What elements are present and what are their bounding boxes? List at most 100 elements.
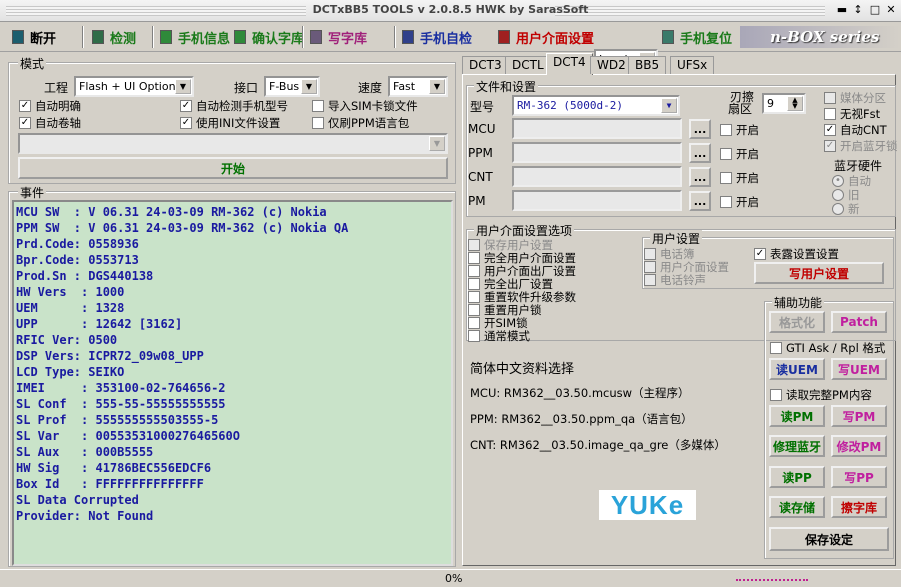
speed-label: 速度 [358,81,383,95]
pm-browse-button[interactable]: ... [689,191,711,211]
mcu-enable-checkbox[interactable]: 开启 [720,122,759,138]
mcu-file-field[interactable] [512,118,682,139]
gti-ask-checkbox[interactable]: GTI Ask / Rpl 格式 [770,340,885,356]
maximize-button[interactable]: □ [868,4,882,17]
confirm-lib-button[interactable]: 确认字库 [234,26,304,48]
project-select[interactable]: Flash + UI Options ▼ [74,76,194,97]
chevron-down-icon[interactable]: ▼ [301,79,317,94]
tab-dctl[interactable]: DCTL [505,56,551,74]
tab-dct4[interactable]: DCT4 [546,53,593,75]
detect-button[interactable]: 检测 [92,26,136,48]
pm-enable-checkbox[interactable]: 开启 [720,194,759,210]
repair-bt-button[interactable]: 修理蓝牙 [769,435,825,457]
disconnect-button[interactable]: 断开 [12,26,56,48]
mode-group-label: 模式 [18,55,47,72]
lang-cnt: CNT: RM362__03.50.image_qa_gre（多媒体） [470,438,726,452]
write-user-settings-button[interactable]: 写用户设置 [754,262,884,284]
auto-confirm-checkbox[interactable]: ✓ 自动明确 [19,98,81,114]
log-line: DSP Vers: ICPR72_09w08_UPP [16,349,204,363]
lang-select-title: 简体中文资料选择 [470,362,575,377]
save-settings-button[interactable]: 保存设定 [769,527,889,551]
start-button[interactable]: 开始 [18,157,448,179]
write-pp-button[interactable]: 写PP [831,466,887,488]
port-select[interactable]: F-Bus ▼ [264,76,320,97]
format-button[interactable]: 格式化 [769,311,825,333]
model-select[interactable]: RM-362 (5000d-2) ▼ [512,95,680,116]
ppm-only-checkbox[interactable]: 仅刷PPM语言包 [312,115,409,131]
log-line: IMEI : 353100-02-764656-2 [16,381,226,395]
bt-new-radio[interactable]: 新 [832,201,860,217]
read-uem-button[interactable]: 读UEM [769,358,825,380]
cnt-browse-button[interactable]: ... [689,167,711,187]
auto-cnt-checkbox[interactable]: ✓ 自动CNT [824,122,887,138]
mcu-label: MCU [468,122,496,136]
minimize-button[interactable]: ▬ [835,4,849,17]
event-log[interactable]: MCU SW : V 06.31 24-03-09 RM-362 (c) Nok… [12,200,453,566]
import-sim-checkbox[interactable]: 导入SIM卡锁文件 [312,98,418,114]
log-line: UPP : 12642 [3162] [16,317,183,331]
modify-pm-button[interactable]: 修改PM [831,435,887,457]
cnt-file-field[interactable] [512,166,682,187]
check-icon: ✓ [180,117,192,129]
tab-ufsx[interactable]: UFSx [670,56,715,74]
expose-settings-checkbox[interactable]: ✓ 表露设置设置 [754,246,839,262]
restore-button[interactable]: ↕ [851,4,865,17]
tab-bb5[interactable]: BB5 [628,56,667,74]
chevron-down-icon[interactable]: ▼ [429,79,445,94]
check-icon: ✓ [824,140,836,152]
read-pp-button[interactable]: 读PP [769,466,825,488]
write-lib-button[interactable]: 写字库 [310,26,367,48]
ringtone-checkbox[interactable]: 电话铃声 [644,272,706,288]
write-uem-button[interactable]: 写UEM [831,358,887,380]
ppm-file-field[interactable] [512,142,682,163]
model-label: 型号 [470,100,495,114]
user-settings-group-label: 用户设置 [650,230,703,247]
erase-storage-button[interactable]: 擦字库 [831,496,887,518]
toolbar: 断开 检测 手机信息 确认字库 写字库 手机自检 用户介面设置 Local▼ 手… [0,22,901,70]
log-line: Prd.Code: 0558936 [16,237,139,251]
use-ini-checkbox[interactable]: ✓ 使用INI文件设置 [180,115,280,131]
ppm-browse-button[interactable]: ... [689,143,711,163]
read-full-pm-checkbox[interactable]: 读取完整PM内容 [770,387,872,403]
cnt-enable-checkbox[interactable]: 开启 [720,170,759,186]
read-storage-button[interactable]: 读存储 [769,496,825,518]
log-line: HW Sig : 41786BEC556EDCF6 [16,461,212,475]
spinner-arrows-icon[interactable]: ▲ ▼ [787,96,803,111]
phone-selftest-button[interactable]: 手机自检 [402,26,472,48]
log-line: Bpr.Code: 0553713 [16,253,139,267]
log-line: SL Aux : 000B5555 [16,445,154,459]
patch-button[interactable]: Patch [831,311,887,333]
ui-settings-button[interactable]: 用户介面设置 [498,26,594,48]
file-select[interactable]: ▼ [18,133,448,154]
pm-file-field[interactable] [512,190,682,211]
detect-icon [92,30,104,44]
phone-reset-button[interactable]: 手机复位 [662,26,732,48]
pm-label: PM [468,194,486,208]
progress-text: 0% [445,572,463,585]
reset-icon [662,30,674,44]
chevron-down-icon[interactable]: ▼ [175,79,191,94]
ppm-enable-checkbox[interactable]: 开启 [720,146,759,162]
auto-detect-model-checkbox[interactable]: ✓ 自动检测手机型号 [180,98,288,114]
tab-dct3[interactable]: DCT3 [462,56,509,74]
speed-select[interactable]: Fast ▼ [388,76,448,97]
partition-spinner[interactable]: 9 ▲ ▼ [762,93,806,114]
chevron-down-icon[interactable]: ▼ [429,136,445,151]
lang-mcu: MCU: RM362__03.50.mcusw（主程序） [470,386,690,400]
bt-on-checkbox[interactable]: ✓ 开启蓝牙锁 [824,138,898,154]
read-pm-button[interactable]: 读PM [769,405,825,427]
write-pm-button[interactable]: 写PM [831,405,887,427]
tab-wd2[interactable]: WD2 [590,56,633,74]
auto-scroll-checkbox[interactable]: ✓ 自动卷轴 [19,115,81,131]
close-button[interactable]: ✕ [884,4,898,17]
mcu-browse-button[interactable]: ... [689,119,711,139]
partition-label: 扇区 [728,102,753,116]
project-label: 工程 [44,81,69,95]
chevron-down-icon[interactable]: ▼ [661,98,677,113]
toolbar-separator [82,26,84,48]
ui-opt-item[interactable]: 通常模式 [468,328,530,344]
no-fst-checkbox[interactable]: 无视Fst [824,106,880,122]
media-partition-checkbox[interactable]: 媒体分区 [824,90,886,106]
phone-info-button[interactable]: 手机信息 [160,26,230,48]
port-label: 接口 [234,81,259,95]
